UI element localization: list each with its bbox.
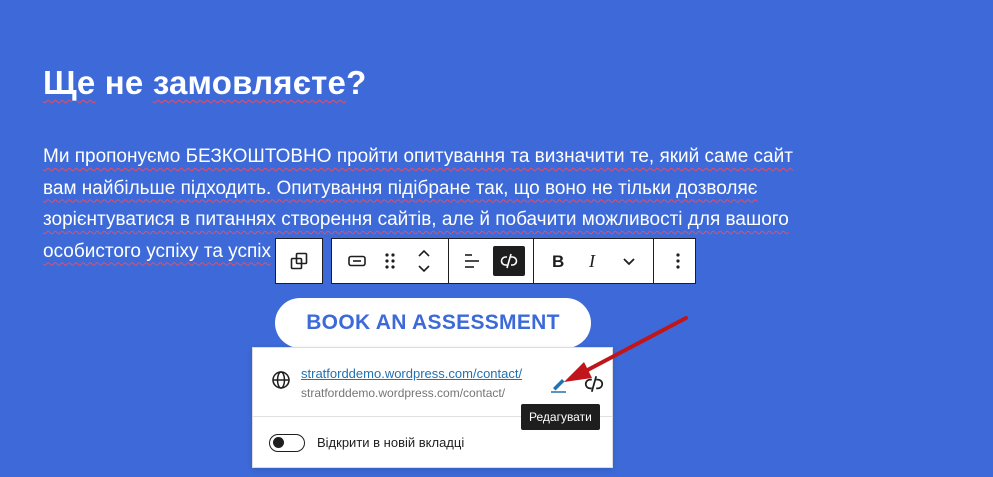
options-kebab-icon	[676, 253, 680, 269]
paragraph-line-3: зорієнтуватися в питаннях створення сайт…	[43, 209, 789, 230]
red-annotation-arrow	[564, 316, 688, 382]
italic-icon: I	[588, 252, 596, 270]
move-up-down-button[interactable]	[407, 244, 441, 278]
link-url-subtitle: stratforddemo.wordpress.com/contact/	[301, 386, 506, 400]
heading-word-4: ?	[346, 64, 367, 101]
align-left-icon	[465, 254, 480, 268]
move-up-down-icon	[418, 249, 430, 273]
edit-tooltip: Редагувати	[521, 404, 600, 430]
heading-word-2: не	[95, 64, 153, 101]
svg-text:I: I	[588, 252, 596, 270]
button-block-icon	[347, 255, 366, 267]
drag-handle-icon	[385, 253, 395, 269]
more-formatting-button[interactable]	[612, 244, 646, 278]
italic-button[interactable]: I	[576, 244, 610, 278]
block-toolbar: B I	[331, 238, 696, 284]
transform-block-button[interactable]	[282, 244, 316, 278]
unlink-toolbar-button[interactable]	[493, 246, 525, 276]
heading-word-3: замовляєте	[152, 64, 347, 101]
globe-icon	[272, 371, 290, 389]
toggle-knob	[273, 437, 284, 448]
new-tab-toggle-label: Відкрити в новій вкладці	[317, 435, 465, 450]
heading-word-1: Ще	[43, 64, 96, 101]
paragraph-line-1: Ми пропонуємо БЕЗКОШТОВНО пройти опитува…	[43, 146, 793, 167]
new-tab-toggle[interactable]	[269, 434, 305, 452]
bold-button[interactable]: B	[541, 244, 575, 278]
toolbar-divider	[653, 238, 655, 284]
drag-handle[interactable]	[374, 244, 408, 278]
button-block-button[interactable]	[340, 244, 374, 278]
toolbar-divider	[447, 238, 449, 284]
more-formatting-chevron-icon	[623, 258, 635, 266]
transform-block-icon	[290, 252, 308, 270]
align-button[interactable]	[456, 244, 490, 278]
svg-text:B: B	[552, 252, 564, 270]
bold-icon: B	[552, 252, 564, 270]
book-assessment-button[interactable]: BOOK AN ASSESSMENT	[275, 298, 591, 348]
toolbar-group-transform	[275, 238, 323, 284]
page-heading: Ще не замовляєте?	[43, 64, 366, 102]
unlink-icon	[500, 253, 518, 269]
paragraph-line-2: вам найбільше підходить. Опитування піді…	[43, 177, 758, 199]
toolbar-divider	[532, 238, 534, 284]
link-url[interactable]: stratforddemo.wordpress.com/contact/	[301, 366, 522, 381]
options-button[interactable]	[661, 244, 695, 278]
